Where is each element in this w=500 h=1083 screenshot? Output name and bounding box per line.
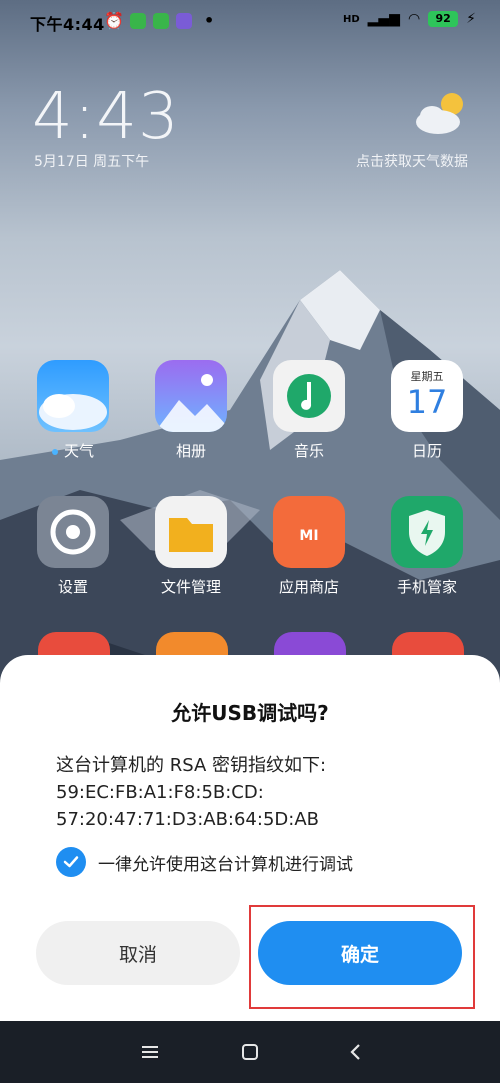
- signal-icon: ▂▄▆: [367, 11, 400, 27]
- lockscreen-clock: 4:43: [32, 80, 180, 154]
- calendar-weekday: 星期五: [410, 370, 444, 383]
- confirm-highlight-box: [249, 905, 475, 1009]
- alarm-off-icon: ⏰: [104, 11, 124, 30]
- app-weather[interactable]: 天气: [18, 360, 128, 461]
- app-label: 相册: [175, 442, 206, 460]
- battery-indicator: 92: [428, 11, 459, 27]
- app-settings[interactable]: 设置: [18, 496, 128, 597]
- weather-prompt[interactable]: 点击获取天气数据: [356, 151, 468, 171]
- app-calendar[interactable]: 星期五 17 日历: [372, 360, 482, 461]
- app-label: 日历: [411, 442, 442, 460]
- calendar-app-icon: 星期五 17: [391, 360, 463, 432]
- settings-app-icon: [37, 496, 109, 568]
- app-label: 应用商店: [278, 578, 339, 596]
- app-store-app-icon: MI: [273, 496, 345, 568]
- charging-icon: ⚡: [466, 11, 476, 27]
- app-label: 设置: [57, 578, 88, 596]
- more-notifications-dot: •: [204, 11, 215, 30]
- app-notification-icon: [176, 13, 192, 29]
- gallery-app-icon: [155, 360, 227, 432]
- rsa-fingerprint-line: 59:EC:FB:A1:F8:5B:CD:: [56, 782, 264, 803]
- rsa-message-line: 这台计算机的 RSA 密钥指纹如下:: [56, 755, 327, 776]
- home-screen: 下午4:44 ⏰ • HD ▂▄▆ ◠ 92 ⚡ 4:43 5月17日 周五下午…: [0, 0, 500, 1083]
- calendar-day: 17: [406, 383, 448, 421]
- always-allow-row[interactable]: 一律允许使用这台计算机进行调试: [56, 847, 353, 877]
- navigation-bar: [0, 1021, 500, 1083]
- weather-app-icon: [37, 360, 109, 432]
- home-icon[interactable]: [236, 1039, 264, 1065]
- lockscreen-date: 5月17日 周五下午: [34, 154, 150, 170]
- wifi-icon: ◠: [407, 11, 421, 27]
- dialog-message: 这台计算机的 RSA 密钥指纹如下: 59:EC:FB:A1:F8:5B:CD:…: [56, 752, 326, 833]
- app-store[interactable]: MI 应用商店: [254, 496, 364, 597]
- app-label: 文件管理: [160, 578, 221, 596]
- status-right: HD ▂▄▆ ◠ 92 ⚡: [343, 11, 476, 27]
- status-time: 下午4:44: [30, 15, 105, 34]
- app-file-manager[interactable]: 文件管理: [136, 496, 246, 597]
- app-label: 天气: [63, 442, 94, 460]
- always-allow-label[interactable]: 一律允许使用这台计算机进行调试: [98, 850, 353, 875]
- app-gallery[interactable]: 相册: [136, 360, 246, 461]
- check-icon: [63, 856, 79, 868]
- music-app-icon: [273, 360, 345, 432]
- app-label: 手机管家: [396, 578, 457, 596]
- new-indicator-dot: [51, 448, 58, 455]
- back-icon[interactable]: [342, 1039, 370, 1065]
- app-label: 音乐: [293, 442, 324, 460]
- app-store-badge: MI: [299, 528, 319, 544]
- menu-icon[interactable]: [136, 1039, 164, 1065]
- network-type: HD: [342, 13, 360, 25]
- weather-icon[interactable]: [412, 90, 468, 136]
- cancel-button[interactable]: 取消: [36, 921, 240, 985]
- rsa-fingerprint-line: 57:20:47:71:D3:AB:64:5D:AB: [56, 809, 319, 830]
- app-security[interactable]: 手机管家: [372, 496, 482, 597]
- chat-notification-icon: [130, 13, 146, 29]
- app-music[interactable]: 音乐: [254, 360, 364, 461]
- file-manager-app-icon: [155, 496, 227, 568]
- always-allow-checkbox[interactable]: [56, 847, 86, 877]
- chat-notification-icon: [153, 13, 169, 29]
- dialog-title: 允许USB调试吗?: [171, 701, 329, 725]
- status-bar: 下午4:44 ⏰ • HD ▂▄▆ ◠ 92 ⚡: [0, 0, 500, 44]
- security-app-icon: [391, 496, 463, 568]
